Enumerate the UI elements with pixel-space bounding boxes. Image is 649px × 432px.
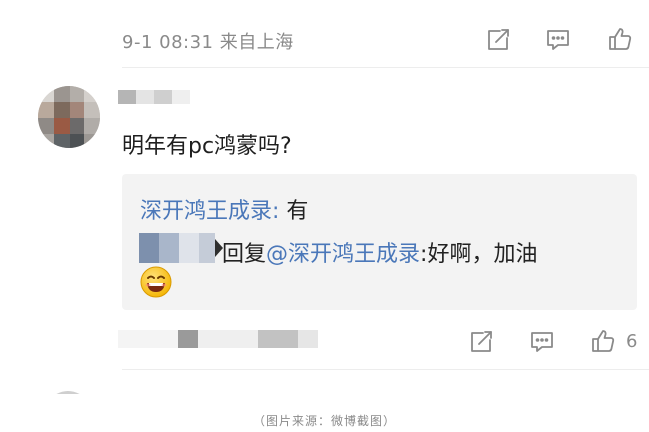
reply-separator: : xyxy=(272,199,287,224)
grinning-face-emoji xyxy=(140,266,172,298)
reply-verb: 回复 xyxy=(222,242,267,267)
like-count: 6 xyxy=(626,331,638,352)
reply-author-redacted xyxy=(139,231,223,265)
like-icon[interactable] xyxy=(607,26,633,52)
reply-text: :好啊，加油 xyxy=(420,242,538,267)
reply-meta-redacted xyxy=(118,326,333,352)
image-caption: （图片来源：微博截图） xyxy=(252,414,396,428)
reply-item: 深开鸿王成录: 有 xyxy=(140,193,308,225)
avatar[interactable] xyxy=(38,86,100,148)
comment-icon[interactable] xyxy=(529,329,555,355)
reply-text: 有 xyxy=(286,199,309,224)
post-timestamp: 9-1 08:31 来自上海 xyxy=(122,32,294,53)
reply-mention-link[interactable]: @深开鸿王成录 xyxy=(266,242,420,267)
like-icon[interactable] xyxy=(590,328,616,354)
share-icon[interactable] xyxy=(485,27,511,53)
username-redacted xyxy=(118,88,198,106)
comment-text: 明年有pc鸿蒙吗? xyxy=(122,134,292,159)
avatar[interactable] xyxy=(45,384,91,394)
share-icon[interactable] xyxy=(468,329,494,355)
divider xyxy=(122,67,649,68)
reply-author-link[interactable]: 深开鸿王成录 xyxy=(140,199,272,224)
reply-item: 回复@深开鸿王成录:好啊，加油 xyxy=(222,236,537,268)
divider xyxy=(122,369,649,370)
comment-icon[interactable] xyxy=(545,27,571,53)
